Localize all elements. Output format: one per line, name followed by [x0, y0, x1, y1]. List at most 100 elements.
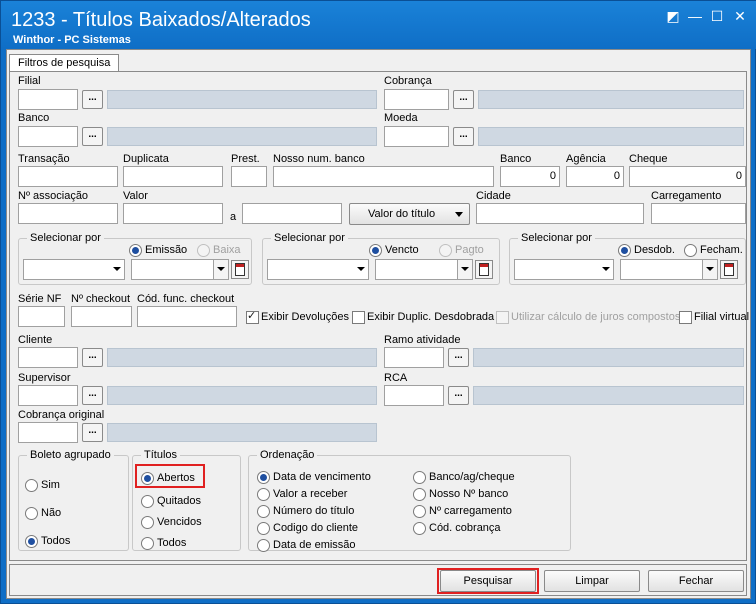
agencia-input[interactable]: 0	[566, 166, 624, 187]
moeda-lookup-button[interactable]: ...	[453, 127, 474, 146]
agencia-label: Agência	[566, 153, 606, 165]
ord-codigo-cliente-radio[interactable]: Codigo do cliente	[257, 521, 358, 535]
minimize-button[interactable]: —	[686, 7, 704, 25]
selecionar-por-label-1: Selecionar por	[27, 232, 104, 244]
moeda-input[interactable]	[384, 126, 449, 147]
rca-lookup-button[interactable]: ...	[448, 386, 469, 405]
banco-input[interactable]	[18, 126, 78, 147]
titulos-todos-radio[interactable]: Todos	[141, 536, 186, 550]
prest-input[interactable]	[231, 166, 267, 187]
selecionar-por-2-date[interactable]	[375, 259, 473, 280]
calendar-button-1[interactable]	[231, 260, 249, 279]
dropdown-arrow[interactable]	[457, 260, 472, 279]
limpar-button[interactable]: Limpar	[544, 570, 640, 592]
valor-to-input[interactable]	[242, 203, 342, 224]
pagto-radio[interactable]: Pagto	[439, 243, 484, 257]
n-checkout-label: Nº checkout	[71, 293, 131, 305]
moeda-description	[478, 127, 744, 146]
carregamento-input[interactable]	[651, 203, 746, 224]
ramo-atividade-lookup-button[interactable]: ...	[448, 348, 469, 367]
dropdown-arrow[interactable]	[702, 260, 717, 279]
banco2-label: Banco	[500, 153, 532, 165]
fechar-button[interactable]: Fechar	[648, 570, 744, 592]
chevron-down-icon	[602, 267, 610, 271]
cliente-input[interactable]	[18, 347, 78, 368]
n-checkout-input[interactable]	[71, 306, 132, 327]
cobranca-original-input[interactable]	[18, 422, 78, 443]
cliente-lookup-button[interactable]: ...	[82, 348, 103, 367]
carregamento-label: Carregamento	[651, 190, 722, 202]
action-bar: Pesquisar Limpar Fechar	[9, 564, 747, 596]
selecionar-por-group-2: Selecionar por Vencto Pagto	[262, 232, 500, 285]
cobranca-original-lookup-button[interactable]: ...	[82, 423, 103, 442]
juros-compostos-checkbox[interactable]: Utilizar cálculo de juros compostos	[496, 310, 680, 324]
supervisor-lookup-button[interactable]: ...	[82, 386, 103, 405]
ord-cod-cobranca-radio[interactable]: Cód. cobrança	[413, 521, 501, 535]
selecionar-por-group-3: Selecionar por Desdob. Fecham.	[509, 232, 746, 285]
cobranca-description	[478, 90, 744, 109]
fecham-radio[interactable]: Fecham.	[684, 243, 743, 257]
rca-input[interactable]	[384, 385, 444, 406]
boleto-nao-radio[interactable]: Não	[25, 506, 61, 520]
tab-filtros-de-pesquisa[interactable]: Filtros de pesquisa	[9, 54, 120, 72]
desdob-radio[interactable]: Desdob.	[618, 243, 675, 257]
exibir-devolucoes-checkbox[interactable]: Exibir Devoluções	[246, 309, 349, 324]
valor-label: Valor	[123, 190, 148, 202]
selecionar-por-1-select[interactable]	[23, 259, 125, 280]
ord-nosso-n-banco-radio[interactable]: Nosso Nº banco	[413, 487, 508, 501]
emissao-radio[interactable]: Emissão	[129, 243, 187, 257]
cidade-input[interactable]	[476, 203, 644, 224]
duplicata-input[interactable]	[123, 166, 223, 187]
filial-virtual-checkbox[interactable]: Filial virtual	[679, 310, 749, 324]
ord-numero-titulo-radio[interactable]: Número do título	[257, 504, 354, 518]
close-button[interactable]: ✕	[731, 7, 749, 25]
ramo-atividade-label: Ramo atividade	[384, 334, 461, 346]
serie-nf-input[interactable]	[18, 306, 65, 327]
cheque-input[interactable]: 0	[629, 166, 746, 187]
ord-n-carregamento-radio[interactable]: Nº carregamento	[413, 504, 512, 518]
boleto-todos-radio[interactable]: Todos	[25, 534, 70, 548]
duplicata-label: Duplicata	[123, 153, 169, 165]
filial-input[interactable]	[18, 89, 78, 110]
selecionar-por-label-2: Selecionar por	[271, 232, 348, 244]
valor-from-input[interactable]	[123, 203, 223, 224]
banco-lookup-button[interactable]: ...	[82, 127, 103, 146]
filial-description	[107, 90, 377, 109]
restore-icon[interactable]: ◩	[664, 7, 682, 25]
calendar-button-3[interactable]	[720, 260, 738, 279]
banco-description	[107, 127, 377, 146]
vencto-radio[interactable]: Vencto	[369, 243, 419, 257]
nosso-num-banco-input[interactable]	[273, 166, 494, 187]
cod-func-checkout-input[interactable]	[137, 306, 237, 327]
selecionar-por-2-select[interactable]	[267, 259, 369, 280]
banco2-input[interactable]: 0	[500, 166, 560, 187]
cobranca-input[interactable]	[384, 89, 449, 110]
cobranca-lookup-button[interactable]: ...	[453, 90, 474, 109]
transacao-input[interactable]	[18, 166, 118, 187]
titulos-quitados-radio[interactable]: Quitados	[141, 494, 201, 508]
moeda-label: Moeda	[384, 112, 418, 124]
ord-banco-ag-cheque-radio[interactable]: Banco/ag/cheque	[413, 470, 515, 484]
dropdown-arrow[interactable]	[213, 260, 228, 279]
selecionar-por-3-date[interactable]	[620, 259, 718, 280]
n-associacao-input[interactable]	[18, 203, 118, 224]
ramo-atividade-input[interactable]	[384, 347, 444, 368]
chevron-down-icon	[217, 267, 225, 271]
calendar-button-2[interactable]	[475, 260, 493, 279]
selecionar-por-1-date[interactable]	[131, 259, 229, 280]
ord-data-emissao-radio[interactable]: Data de emissão	[257, 538, 356, 552]
filial-lookup-button[interactable]: ...	[82, 90, 103, 109]
valor-do-titulo-dropdown[interactable]: Valor do título	[349, 203, 470, 225]
title-bar[interactable]: 1233 - Títulos Baixados/Alterados Wintho…	[1, 1, 756, 49]
maximize-button[interactable]: ☐	[708, 7, 726, 25]
exibir-duplic-desdobrada-checkbox[interactable]: Exibir Duplic. Desdobrada	[352, 310, 494, 324]
boleto-sim-radio[interactable]: Sim	[25, 478, 60, 492]
selecionar-por-3-select[interactable]	[514, 259, 614, 280]
abertos-highlight	[135, 464, 205, 488]
cliente-label: Cliente	[18, 334, 53, 346]
supervisor-input[interactable]	[18, 385, 78, 406]
ord-data-vencimento-radio[interactable]: Data de vencimento	[257, 470, 371, 484]
ord-valor-receber-radio[interactable]: Valor a receber	[257, 487, 347, 501]
titulos-vencidos-radio[interactable]: Vencidos	[141, 515, 202, 529]
baixa-radio[interactable]: Baixa	[197, 243, 241, 257]
